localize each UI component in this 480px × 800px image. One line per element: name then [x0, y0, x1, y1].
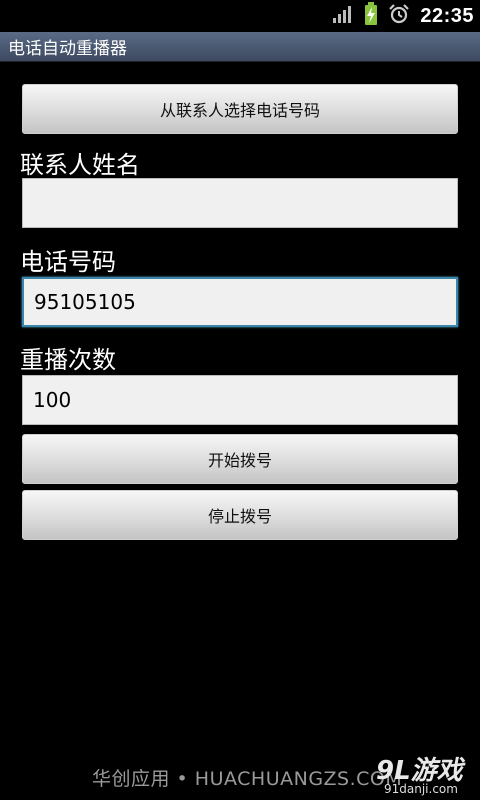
signal-icon	[332, 4, 354, 28]
status-icons: 22:35	[332, 0, 474, 32]
phone-number-field[interactable]: 95105105	[22, 277, 458, 327]
battery-charging-icon	[364, 2, 378, 30]
select-contact-button-label: 从联系人选择电话号码	[159, 101, 320, 120]
contact-name-field[interactable]	[22, 178, 458, 228]
app-title-bar: 电话自动重播器	[0, 32, 480, 62]
redial-count-field[interactable]: 100	[22, 375, 458, 425]
stop-dial-button[interactable]: 停止拨号	[22, 490, 458, 540]
site-logo: 9L游戏 91danji.com	[372, 748, 480, 800]
redial-count-label: 重播次数	[20, 346, 116, 374]
start-dial-button[interactable]: 开始拨号	[22, 434, 458, 484]
stop-dial-button-label: 停止拨号	[207, 507, 272, 526]
start-dial-button-label: 开始拨号	[207, 451, 272, 470]
app-title: 电话自动重播器	[8, 39, 127, 59]
alarm-icon	[388, 3, 410, 29]
select-contact-button[interactable]: 从联系人选择电话号码	[22, 84, 458, 134]
footer-watermark: 华创应用 • HUACHUANGZS.COM	[92, 768, 403, 790]
site-logo-sub: 91danji.com	[384, 782, 458, 796]
phone-number-label: 电话号码	[20, 248, 116, 276]
status-time: 22:35	[420, 4, 474, 27]
contact-name-label: 联系人姓名	[20, 151, 140, 179]
status-bar: 22:35	[0, 0, 480, 32]
